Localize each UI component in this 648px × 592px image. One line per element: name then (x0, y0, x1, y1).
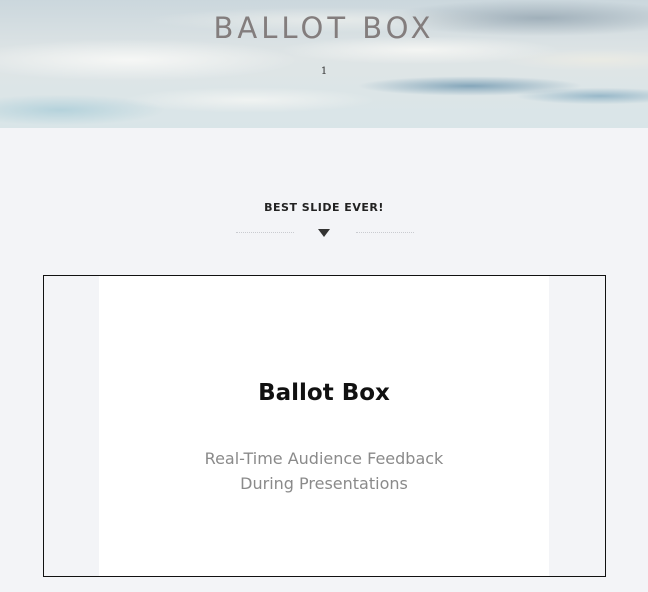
divider-right (356, 232, 414, 233)
slide-viewer[interactable]: Ballot Box Real-Time Audience Feedback D… (43, 275, 606, 577)
hero-subtitle: 1 (320, 66, 328, 77)
hero-banner: BALLOT BOX 1 (0, 0, 648, 128)
site-title: BALLOT BOX (213, 11, 435, 45)
divider-left (236, 232, 294, 233)
slide-title: Ballot Box (258, 380, 390, 406)
slide[interactable]: Ballot Box Real-Time Audience Feedback D… (99, 276, 549, 576)
slide-subtitle-line-2: During Presentations (240, 474, 408, 493)
slide-subtitle-line-1: Real-Time Audience Feedback (204, 449, 444, 468)
section-heading: BEST SLIDE EVER! (264, 201, 384, 214)
caret-down-icon (318, 229, 330, 237)
